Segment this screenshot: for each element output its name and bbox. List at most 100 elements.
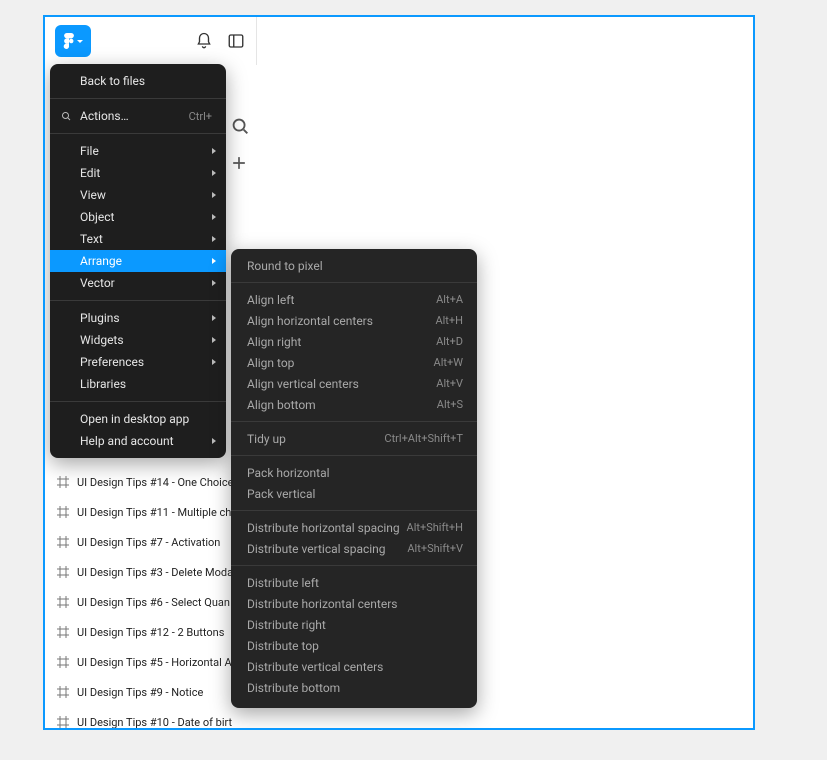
menu-item-label: Pack vertical <box>247 487 463 501</box>
menu-plugins[interactable]: Plugins <box>50 307 226 329</box>
submenu-align-vcenter[interactable]: Align vertical centersAlt+V <box>231 373 477 394</box>
menu-item-label: Actions… <box>80 109 189 123</box>
menu-view[interactable]: View <box>50 184 226 206</box>
figma-logo-icon <box>63 33 75 49</box>
toolbar <box>45 17 257 65</box>
menu-shortcut: Alt+A <box>436 293 463 306</box>
menu-separator <box>231 455 477 456</box>
menu-file[interactable]: File <box>50 140 226 162</box>
submenu-align-right[interactable]: Align rightAlt+D <box>231 331 477 352</box>
menu-item-label: Distribute bottom <box>247 681 463 695</box>
frame-icon <box>57 476 69 488</box>
submenu-round-pixel[interactable]: Round to pixel <box>231 255 477 276</box>
menu-shortcut: Alt+D <box>436 335 463 348</box>
main-menu: Back to files Actions… Ctrl+ File Edit V… <box>50 64 226 458</box>
menu-item-label: Text <box>80 232 212 246</box>
layer-name: UI Design Tips #9 - Notice <box>77 686 203 699</box>
submenu-align-hcenter[interactable]: Align horizontal centersAlt+H <box>231 310 477 331</box>
layer-row[interactable]: UI Design Tips #12 - 2 Buttons <box>53 617 253 647</box>
layer-row[interactable]: UI Design Tips #6 - Select Quan <box>53 587 253 617</box>
layer-row[interactable]: UI Design Tips #7 - Activation <box>53 527 253 557</box>
submenu-dist-hcenter[interactable]: Distribute horizontal centers <box>231 593 477 614</box>
frame-icon <box>57 686 69 698</box>
menu-item-label: Distribute horizontal spacing <box>247 521 407 535</box>
menu-item-label: Distribute vertical centers <box>247 660 463 674</box>
layer-row[interactable]: UI Design Tips #3 - Delete Moda <box>53 557 253 587</box>
menu-arrange[interactable]: Arrange <box>50 250 226 272</box>
menu-edit[interactable]: Edit <box>50 162 226 184</box>
menu-item-label: Help and account <box>80 434 212 448</box>
menu-item-label: Align horizontal centers <box>247 314 435 328</box>
frame-icon <box>57 626 69 638</box>
figma-menu-button[interactable] <box>55 25 91 57</box>
chevron-down-icon <box>77 40 83 43</box>
panels-button[interactable] <box>226 31 246 51</box>
submenu-pack-vertical[interactable]: Pack vertical <box>231 483 477 504</box>
submenu-align-bottom[interactable]: Align bottomAlt+S <box>231 394 477 415</box>
menu-help[interactable]: Help and account <box>50 430 226 452</box>
app-viewport: Back to files Actions… Ctrl+ File Edit V… <box>43 15 755 730</box>
menu-item-label: Edit <box>80 166 212 180</box>
plus-icon[interactable] <box>229 153 249 173</box>
arrange-submenu: Round to pixel Align leftAlt+A Align hor… <box>231 249 477 708</box>
menu-separator <box>50 133 226 134</box>
submenu-tidy-up[interactable]: Tidy upCtrl+Alt+Shift+T <box>231 428 477 449</box>
layer-name: UI Design Tips #6 - Select Quan <box>77 596 230 609</box>
submenu-align-top[interactable]: Align topAlt+W <box>231 352 477 373</box>
layer-name: UI Design Tips #5 - Horizontal A <box>77 656 232 669</box>
menu-item-label: Distribute right <box>247 618 463 632</box>
menu-item-label: Libraries <box>80 377 212 391</box>
frame-icon <box>57 716 69 728</box>
menu-item-label: Plugins <box>80 311 212 325</box>
menu-libraries[interactable]: Libraries <box>50 373 226 395</box>
layers-panel: UI Design Tips #14 - One Choice UI Desig… <box>53 467 253 730</box>
menu-item-label: Align top <box>247 356 434 370</box>
layer-name: UI Design Tips #3 - Delete Moda <box>77 566 233 579</box>
layer-name: UI Design Tips #12 - 2 Buttons <box>77 626 224 639</box>
menu-item-label: Align right <box>247 335 436 349</box>
menu-shortcut: Alt+Shift+H <box>407 521 463 534</box>
frame-icon <box>57 536 69 548</box>
menu-item-label: Align bottom <box>247 398 437 412</box>
menu-vector[interactable]: Vector <box>50 272 226 294</box>
menu-item-label: Round to pixel <box>247 259 463 273</box>
menu-shortcut: Alt+Shift+V <box>407 542 463 555</box>
menu-shortcut: Alt+S <box>437 398 463 411</box>
layer-row[interactable]: UI Design Tips #14 - One Choice <box>53 467 253 497</box>
submenu-dist-right[interactable]: Distribute right <box>231 614 477 635</box>
menu-item-label: Align left <box>247 293 436 307</box>
menu-item-label: Distribute vertical spacing <box>247 542 407 556</box>
frame-icon <box>57 566 69 578</box>
submenu-pack-horizontal[interactable]: Pack horizontal <box>231 462 477 483</box>
layer-name: UI Design Tips #7 - Activation <box>77 536 220 549</box>
menu-preferences[interactable]: Preferences <box>50 351 226 373</box>
menu-item-label: Distribute top <box>247 639 463 653</box>
submenu-dist-hspacing[interactable]: Distribute horizontal spacingAlt+Shift+H <box>231 517 477 538</box>
layer-name: UI Design Tips #14 - One Choice <box>77 476 233 489</box>
menu-widgets[interactable]: Widgets <box>50 329 226 351</box>
notifications-button[interactable] <box>194 31 214 51</box>
submenu-dist-bottom[interactable]: Distribute bottom <box>231 677 477 698</box>
menu-actions[interactable]: Actions… Ctrl+ <box>50 105 226 127</box>
layer-row[interactable]: UI Design Tips #5 - Horizontal A <box>53 647 253 677</box>
menu-separator <box>231 282 477 283</box>
menu-back-to-files[interactable]: Back to files <box>50 70 226 92</box>
menu-item-label: Align vertical centers <box>247 377 436 391</box>
menu-object[interactable]: Object <box>50 206 226 228</box>
menu-item-label: File <box>80 144 212 158</box>
menu-text[interactable]: Text <box>50 228 226 250</box>
submenu-dist-left[interactable]: Distribute left <box>231 572 477 593</box>
layer-row[interactable]: UI Design Tips #10 - Date of birt <box>53 707 253 730</box>
layer-row[interactable]: UI Design Tips #11 - Multiple ch <box>53 497 253 527</box>
submenu-align-left[interactable]: Align leftAlt+A <box>231 289 477 310</box>
menu-open-desktop[interactable]: Open in desktop app <box>50 408 226 430</box>
search-icon[interactable] <box>229 115 251 137</box>
submenu-dist-top[interactable]: Distribute top <box>231 635 477 656</box>
submenu-dist-vcenter[interactable]: Distribute vertical centers <box>231 656 477 677</box>
menu-item-label: Distribute horizontal centers <box>247 597 463 611</box>
menu-separator <box>231 421 477 422</box>
layer-row[interactable]: UI Design Tips #9 - Notice <box>53 677 253 707</box>
menu-shortcut: Alt+W <box>434 356 463 369</box>
menu-separator <box>50 98 226 99</box>
submenu-dist-vspacing[interactable]: Distribute vertical spacingAlt+Shift+V <box>231 538 477 559</box>
